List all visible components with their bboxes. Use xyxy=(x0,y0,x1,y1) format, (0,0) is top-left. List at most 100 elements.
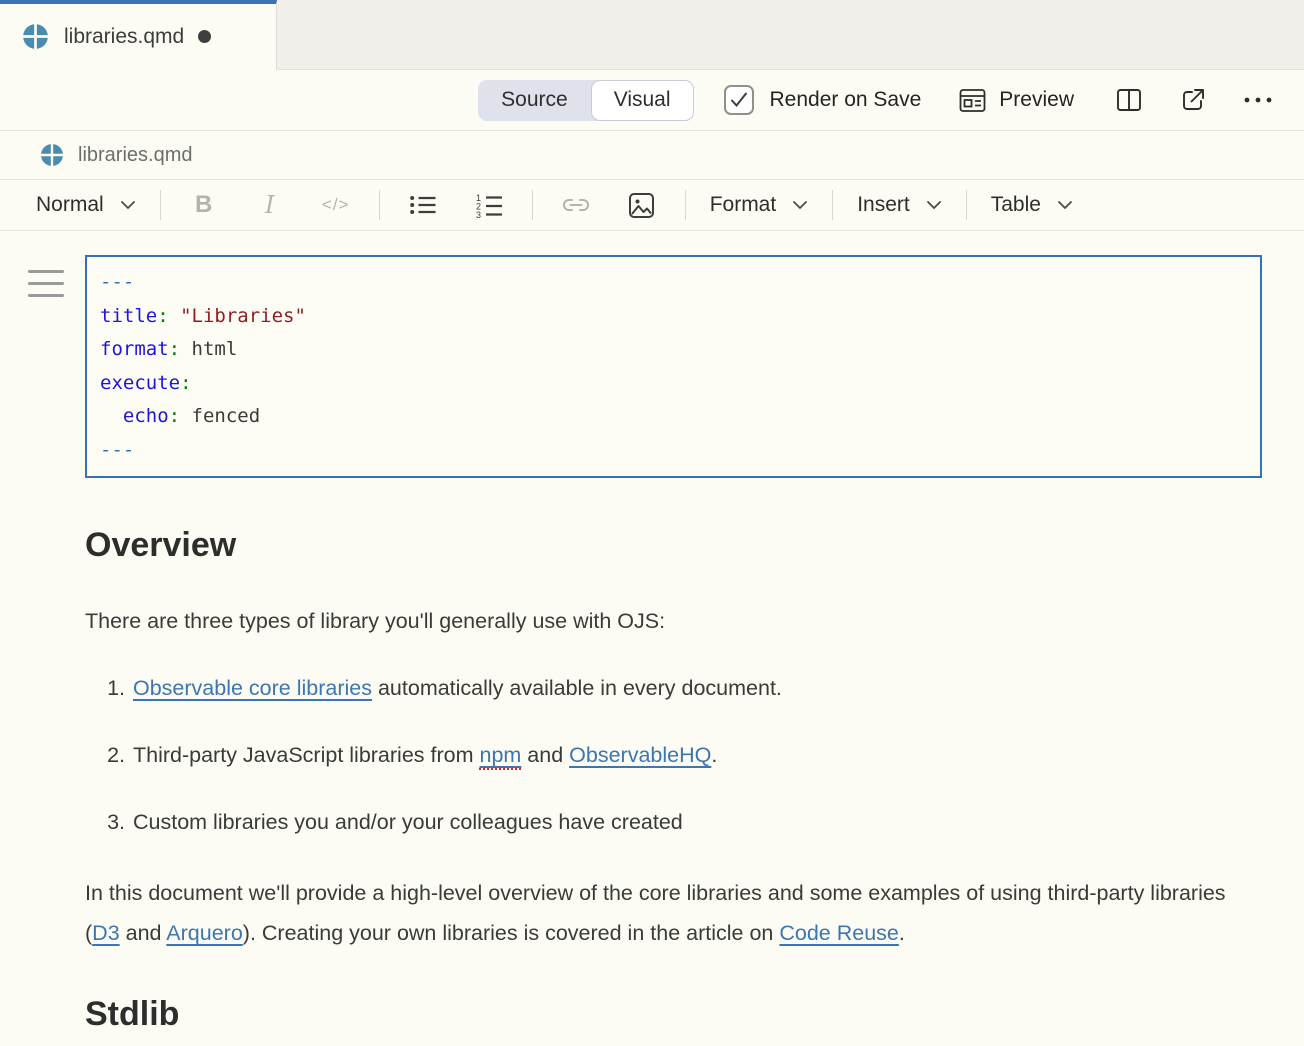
toolbar-separator xyxy=(685,190,686,220)
text-run: Third-party JavaScript libraries from xyxy=(133,743,479,767)
yaml-token xyxy=(100,405,123,427)
text-run: automatically available in every documen… xyxy=(372,676,782,700)
breadcrumb-file[interactable]: libraries.qmd xyxy=(78,144,192,167)
preview-label: Preview xyxy=(999,88,1074,112)
list-item-text: Observable core libraries automatically … xyxy=(133,668,782,708)
svg-text:3: 3 xyxy=(476,210,481,219)
paragraph-style-label: Normal xyxy=(36,193,104,217)
list-item-text: Custom libraries you and/or your colleag… xyxy=(133,802,683,842)
yaml-token: format xyxy=(100,338,169,360)
bulleted-list-icon xyxy=(409,192,436,218)
unsaved-changes-dot xyxy=(198,30,211,43)
toolbar-separator xyxy=(832,190,833,220)
list-item-number: 3. xyxy=(85,802,133,842)
split-editor-icon xyxy=(1116,87,1142,113)
yaml-token: --- xyxy=(100,271,134,293)
table-menu-label: Table xyxy=(991,193,1041,217)
link-d3[interactable]: D3 xyxy=(92,921,119,945)
yaml-line: echo: fenced xyxy=(100,400,1247,434)
text-run: ). Creating your own libraries is covere… xyxy=(243,921,780,945)
yaml-token: title xyxy=(100,305,157,327)
link-observablehq[interactable]: ObservableHQ xyxy=(569,743,711,767)
mode-toggle: Source Visual xyxy=(478,80,693,121)
split-editor-button[interactable] xyxy=(1116,87,1142,113)
render-on-save-checkbox[interactable] xyxy=(724,85,754,115)
yaml-line: title: "Libraries" xyxy=(100,300,1247,334)
italic-button[interactable]: I xyxy=(237,185,303,225)
open-external-button[interactable] xyxy=(1180,87,1206,113)
list-item-number: 1. xyxy=(85,668,133,708)
list-item-text: Third-party JavaScript libraries from np… xyxy=(133,735,717,775)
format-menu-label: Format xyxy=(710,193,777,217)
table-menu[interactable]: Table xyxy=(977,193,1087,217)
yaml-token: html xyxy=(180,338,237,360)
chevron-down-icon xyxy=(1057,200,1073,210)
document-editor[interactable]: ---title: "Libraries"format: htmlexecute… xyxy=(0,255,1304,1034)
numbered-list-button[interactable]: 1 2 3 xyxy=(456,185,522,225)
link-observable-core-libraries[interactable]: Observable core libraries xyxy=(133,676,372,700)
yaml-line: --- xyxy=(100,434,1247,468)
image-button[interactable] xyxy=(609,185,675,225)
yaml-code: ---title: "Libraries"format: htmlexecute… xyxy=(100,266,1247,467)
link-arquero[interactable]: Arquero xyxy=(166,921,243,945)
yaml-line: execute: xyxy=(100,367,1247,401)
yaml-token: --- xyxy=(100,439,134,461)
open-external-icon xyxy=(1180,87,1206,113)
yaml-token: : xyxy=(169,405,180,427)
text-run: Custom libraries you and/or your colleag… xyxy=(133,810,683,834)
preview-pane-icon xyxy=(959,88,986,113)
visual-mode-button[interactable]: Visual xyxy=(591,80,694,121)
checkmark-icon xyxy=(730,92,748,108)
list-item-number: 2. xyxy=(85,735,133,775)
yaml-token: execute xyxy=(100,372,180,394)
tab-libraries-qmd[interactable]: libraries.qmd xyxy=(0,0,277,70)
yaml-token xyxy=(169,305,180,327)
text-run: and xyxy=(120,921,167,945)
paragraph-style-dropdown[interactable]: Normal xyxy=(22,193,150,217)
tab-title: libraries.qmd xyxy=(64,25,184,49)
list-item: 2.Third-party JavaScript libraries from … xyxy=(85,735,1262,775)
format-menu[interactable]: Format xyxy=(696,193,823,217)
yaml-line: --- xyxy=(100,266,1247,300)
link-icon xyxy=(561,193,591,217)
list-item: 3.Custom libraries you and/or your colle… xyxy=(85,802,1262,842)
link-code-reuse[interactable]: Code Reuse xyxy=(779,921,899,945)
code-button[interactable]: </> xyxy=(303,185,369,225)
preview-button[interactable]: Preview xyxy=(959,88,1074,113)
insert-menu[interactable]: Insert xyxy=(843,193,956,217)
insert-menu-label: Insert xyxy=(857,193,910,217)
text-run: . xyxy=(711,743,717,767)
list-item: 1.Observable core libraries automaticall… xyxy=(85,668,1262,708)
image-icon xyxy=(628,192,655,219)
heading-stdlib: Stdlib xyxy=(85,995,1262,1034)
yaml-metadata-block[interactable]: ---title: "Libraries"format: htmlexecute… xyxy=(85,255,1262,478)
yaml-token: : xyxy=(169,338,180,360)
summary-paragraph: In this document we'll provide a high-le… xyxy=(85,873,1230,953)
ellipsis-icon xyxy=(1242,87,1274,113)
numbered-list-icon: 1 2 3 xyxy=(475,192,503,219)
yaml-token: : xyxy=(180,372,191,394)
link-npm[interactable]: npm xyxy=(479,743,521,770)
render-on-save-control[interactable]: Render on Save xyxy=(724,85,922,115)
render-on-save-label: Render on Save xyxy=(770,88,922,112)
format-toolbar: Normal B I </> 1 2 3 xyxy=(0,180,1304,231)
bold-button[interactable]: B xyxy=(171,185,237,225)
more-actions-button[interactable] xyxy=(1242,87,1274,113)
bulleted-list-button[interactable] xyxy=(390,185,456,225)
chevron-down-icon xyxy=(792,200,808,210)
yaml-token: : xyxy=(157,305,168,327)
toolbar-separator xyxy=(160,190,161,220)
toolbar-separator xyxy=(532,190,533,220)
block-drag-handle-icon[interactable] xyxy=(28,270,64,306)
heading-overview: Overview xyxy=(85,526,1262,565)
yaml-token: echo xyxy=(123,405,169,427)
link-button[interactable] xyxy=(543,185,609,225)
editor-header: Source Visual Render on Save Preview xyxy=(0,70,1304,131)
yaml-token: "Libraries" xyxy=(180,305,306,327)
chevron-down-icon xyxy=(120,200,136,210)
chevron-down-icon xyxy=(926,200,942,210)
yaml-line: format: html xyxy=(100,333,1247,367)
intro-paragraph: There are three types of library you'll … xyxy=(85,601,1262,641)
source-mode-button[interactable]: Source xyxy=(478,80,591,121)
breadcrumb: libraries.qmd xyxy=(0,131,1304,180)
